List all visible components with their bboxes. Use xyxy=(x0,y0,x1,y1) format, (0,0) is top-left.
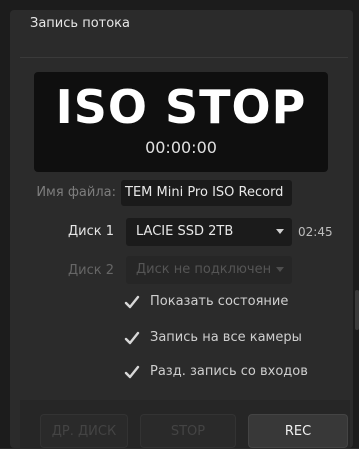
scrollbar[interactable] xyxy=(355,290,359,330)
checkmark-icon xyxy=(124,365,140,379)
record-status-text: ISO STOP xyxy=(55,80,307,134)
option-label: Запись на все камеры xyxy=(150,330,302,345)
filename-input[interactable]: TEM Mini Pro ISO Record xyxy=(121,180,292,206)
filename-label: Имя файла: xyxy=(36,185,116,200)
other-disk-button[interactable]: ДР. ДИСК xyxy=(40,414,128,448)
stream-record-panel: Запись потока ISO STOP 00:00:00 Имя файл… xyxy=(0,0,359,448)
disk2-dropdown[interactable]: Диск не подключен xyxy=(126,256,292,284)
record-status-display: ISO STOP 00:00:00 xyxy=(34,72,328,172)
disk1-dropdown[interactable]: LACIE SSD 2TB xyxy=(126,218,292,246)
chevron-down-icon xyxy=(276,229,284,234)
disk2-selected: Диск не подключен xyxy=(136,262,272,277)
checkmark-icon xyxy=(124,331,140,345)
checkmark-icon xyxy=(124,295,140,309)
rec-button[interactable]: REC xyxy=(248,414,348,448)
disk1-selected: LACIE SSD 2TB xyxy=(136,224,234,239)
record-timecode: 00:00:00 xyxy=(145,138,217,157)
disk2-label: Диск 2 xyxy=(67,263,114,278)
option-label: Показать состояние xyxy=(150,294,289,309)
disk1-label: Диск 1 xyxy=(67,224,114,239)
chevron-down-icon xyxy=(276,267,284,272)
panel-title: Запись потока xyxy=(30,16,130,31)
option-label: Разд. запись со входов xyxy=(150,364,308,379)
stop-button[interactable]: STOP xyxy=(140,414,236,448)
disk1-remaining-time: 02:45 xyxy=(298,225,333,239)
title-divider xyxy=(20,57,348,58)
